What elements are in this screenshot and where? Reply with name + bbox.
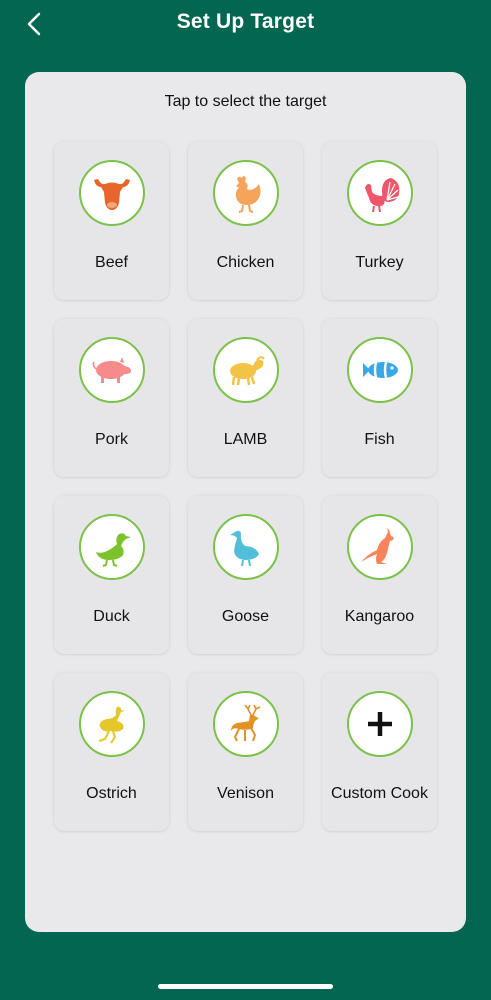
target-label: Chicken [216, 254, 275, 271]
target-tile-chicken[interactable]: Chicken [188, 142, 303, 300]
target-label: Custom Cook [331, 785, 428, 802]
instruction-text: Tap to select the target [164, 93, 327, 110]
deer-icon [231, 704, 261, 742]
target-label: Pork [95, 431, 128, 448]
target-label: Venison [217, 785, 274, 802]
pig-icon [92, 357, 131, 383]
header-bar: Set Up Target [0, 0, 491, 48]
icon-ring [347, 691, 413, 757]
target-tile-beef[interactable]: Beef [54, 142, 169, 300]
goose-icon [230, 530, 259, 567]
target-label: Turkey [355, 254, 404, 271]
icon-ring [213, 160, 279, 226]
fish-icon [363, 361, 398, 379]
target-grid: Beef Chicken Turkey Pork LAMB Fish Duck … [54, 142, 437, 831]
icon-ring [213, 691, 279, 757]
target-label: LAMB [223, 431, 268, 448]
target-tile-lamb[interactable]: LAMB [188, 319, 303, 477]
icon-ring [347, 337, 413, 403]
icon-ring [79, 337, 145, 403]
target-tile-fish[interactable]: Fish [322, 319, 437, 477]
kangaroo-icon [361, 528, 394, 564]
target-tile-ostrich[interactable]: Ostrich [54, 673, 169, 831]
icon-ring [79, 514, 145, 580]
target-label: Duck [93, 608, 130, 625]
target-tile-pork[interactable]: Pork [54, 319, 169, 477]
turkey-icon [365, 178, 400, 213]
icon-ring [213, 514, 279, 580]
cow-head-icon [94, 179, 130, 210]
target-label: Ostrich [86, 785, 137, 802]
target-tile-custom-cook[interactable]: Custom Cook [322, 673, 437, 831]
chicken-icon [235, 176, 261, 213]
target-tile-goose[interactable]: Goose [188, 496, 303, 654]
icon-ring [79, 691, 145, 757]
icon-ring [347, 514, 413, 580]
target-selection-card: Tap to select the target Beef Chicken Tu… [25, 72, 466, 932]
target-label: Kangaroo [344, 608, 415, 625]
page-title: Set Up Target [176, 10, 315, 33]
duck-icon [96, 533, 131, 567]
lamb-icon [230, 356, 265, 386]
target-tile-turkey[interactable]: Turkey [322, 142, 437, 300]
icon-ring [347, 160, 413, 226]
target-tile-duck[interactable]: Duck [54, 496, 169, 654]
icon-ring [79, 160, 145, 226]
target-label: Fish [364, 431, 395, 448]
ostrich-icon [98, 706, 125, 744]
target-tile-venison[interactable]: Venison [188, 673, 303, 831]
home-indicator[interactable] [158, 984, 333, 989]
target-label: Goose [221, 608, 270, 625]
target-tile-kangaroo[interactable]: Kangaroo [322, 496, 437, 654]
target-label: Beef [95, 254, 128, 271]
icon-ring [213, 337, 279, 403]
plus-icon [368, 712, 392, 736]
